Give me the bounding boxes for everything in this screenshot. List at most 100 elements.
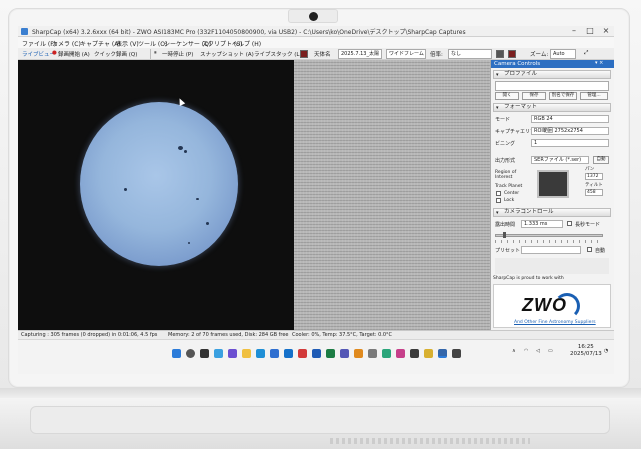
menu-help[interactable]: ヘルプ (H) — [232, 39, 261, 48]
output-format-select[interactable]: SERファイル (*.ser) — [531, 156, 589, 164]
capture-status: Capturing : 305 frames (0 dropped) in 0:… — [21, 332, 158, 338]
long-exposure-checkbox[interactable] — [567, 221, 572, 226]
menu-tools[interactable]: ツール (O) — [138, 39, 167, 48]
notification-icon[interactable]: ◔ — [604, 348, 608, 354]
widgets-icon[interactable] — [214, 349, 223, 358]
profile-select[interactable] — [495, 81, 609, 91]
task-view-icon[interactable] — [200, 349, 209, 358]
collapse-icon: ▾ — [496, 105, 499, 111]
file-explorer-icon[interactable] — [242, 349, 251, 358]
exposure-slider-thumb[interactable] — [503, 232, 506, 238]
sunspot — [196, 198, 199, 200]
pause-button[interactable]: 一時停止 (P) — [162, 50, 193, 58]
profile-save-as-button[interactable]: 別名で保存 — [549, 92, 577, 100]
lock-checkbox[interactable] — [496, 198, 501, 203]
teams-icon[interactable] — [340, 349, 349, 358]
edge-icon[interactable] — [256, 349, 265, 358]
format-section-title: フォーマット — [504, 104, 538, 110]
live-view-button[interactable]: ライブビュー — [22, 50, 55, 58]
zwo-banner[interactable]: ZWO And Other Fine Astronomy Suppliers — [493, 284, 611, 328]
color-swatch-a[interactable] — [496, 50, 504, 58]
live-stack-button[interactable]: ライブスタック (L) — [254, 50, 302, 58]
store-icon[interactable] — [270, 349, 279, 358]
profile-manage-button[interactable]: 管理... — [580, 92, 608, 100]
binning-select[interactable]: 1 — [531, 139, 609, 147]
center-checkbox[interactable] — [496, 191, 501, 196]
exposure-slider[interactable] — [495, 234, 603, 237]
speaker-grille — [330, 438, 530, 444]
exposure-input[interactable]: 1.333 ms — [521, 220, 563, 228]
profile-section-header[interactable]: ▾ プロファイル — [493, 70, 611, 79]
app-icon-c[interactable] — [382, 349, 391, 358]
tilt-input[interactable]: 458 — [585, 189, 603, 196]
mode-select[interactable]: RGB 24 — [531, 115, 609, 123]
app-icon-g[interactable] — [452, 349, 461, 358]
chat-icon[interactable] — [228, 349, 237, 358]
tilt-label: ティルト — [585, 183, 603, 188]
camera-controls-panel: Camera Controls ▾ × ▾ プロファイル 開く 保存 別名で保存… — [490, 60, 614, 330]
frame-select[interactable]: ワイドフレーム — [386, 49, 426, 59]
sharpcap-icon[interactable] — [438, 349, 447, 358]
taskbar-clock[interactable]: 16:25 2025/07/13 — [570, 344, 602, 358]
status-bar: Capturing : 305 frames (0 dropped) in 0:… — [18, 330, 614, 339]
clock-time: 16:25 — [577, 344, 594, 350]
color-swatch-b[interactable] — [508, 50, 516, 58]
tray-chevron-icon[interactable]: ∧ — [512, 348, 516, 354]
wifi-icon[interactable]: ◠ — [524, 348, 528, 354]
app-icon-f[interactable] — [424, 349, 433, 358]
profile-save-button[interactable]: 保存 — [522, 92, 546, 100]
output-auto-button[interactable]: 自動 — [593, 156, 609, 164]
close-button[interactable]: × — [598, 26, 614, 37]
roi-preview[interactable] — [537, 170, 569, 198]
capture-area-select[interactable]: ROI範囲 2752x2754 — [531, 127, 609, 135]
start-capture-button[interactable]: 録画開始 (A) — [58, 50, 90, 58]
minimize-button[interactable]: – — [566, 26, 582, 37]
app-icon-a[interactable] — [354, 349, 363, 358]
app-icon-b[interactable] — [368, 349, 377, 358]
app-icon-d[interactable] — [396, 349, 405, 358]
app-icon-e[interactable] — [410, 349, 419, 358]
sunspot — [178, 146, 183, 150]
mode-label: モード — [495, 117, 511, 123]
menu-bar: ファイル (F) カメラ (C) キャプチャ (A) 表示 (V) ツール (O… — [18, 37, 614, 48]
zoom-fit-icon[interactable]: ⤢ — [584, 50, 588, 57]
target-select[interactable]: 2025.7.13_太陽 — [338, 49, 382, 59]
menu-view[interactable]: 表示 (V) — [116, 39, 139, 48]
format-section-header[interactable]: ▾ フォーマット — [493, 103, 611, 112]
quick-capture-button[interactable]: クイック録画 (Q) — [94, 50, 137, 58]
snapshot-button[interactable]: スナップショット (A) — [200, 50, 254, 58]
menu-camera[interactable]: カメラ (C) — [52, 39, 81, 48]
word-icon[interactable] — [312, 349, 321, 358]
profile-open-button[interactable]: 開く — [495, 92, 519, 100]
mail-icon[interactable] — [284, 349, 293, 358]
menu-capture[interactable]: キャプチャ (A) — [80, 39, 121, 48]
zwo-link[interactable]: And Other Fine Astronomy Suppliers — [514, 320, 596, 325]
volume-icon[interactable]: ◁ — [536, 348, 540, 354]
exposure-row: 露出時間 1.333 ms 長秒モード — [495, 220, 611, 229]
roi-label: Region of Interest — [495, 170, 517, 180]
camera-view[interactable] — [18, 60, 294, 330]
toolbar: ライブビュー ● 録画開始 (A) クイック録画 (Q) ⏸ 一時停止 (P) … — [18, 48, 614, 60]
preset-select[interactable] — [521, 246, 581, 254]
scale-select[interactable]: なし — [448, 49, 492, 59]
panel-pin-icon[interactable]: ▾ × — [595, 60, 603, 66]
start-icon[interactable] — [172, 349, 181, 358]
excel-icon[interactable] — [326, 349, 335, 358]
camera-control-section-title: カメラコントロール — [504, 209, 554, 215]
mode-row: モード RGB 24 — [495, 115, 611, 124]
auto-checkbox[interactable] — [587, 247, 592, 252]
menu-file[interactable]: ファイル (F) — [22, 39, 56, 48]
preset-row: プリセット 自動 — [495, 246, 611, 255]
display-color-swatch[interactable] — [300, 50, 308, 58]
panel-scroll-area[interactable] — [495, 258, 609, 274]
maximize-button[interactable]: □ — [582, 26, 598, 37]
battery-icon[interactable]: ▭ — [548, 348, 553, 354]
camera-control-section-header[interactable]: ▾ カメラコントロール — [493, 208, 611, 217]
pan-input[interactable]: 1372 — [585, 173, 603, 180]
zoom-select[interactable]: Auto — [550, 49, 576, 59]
lock-label: Lock — [504, 198, 515, 203]
histogram-pane — [294, 60, 490, 330]
photos-icon[interactable] — [298, 349, 307, 358]
capture-area-label: キャプチャエリア — [495, 129, 535, 135]
search-icon[interactable] — [186, 349, 195, 358]
